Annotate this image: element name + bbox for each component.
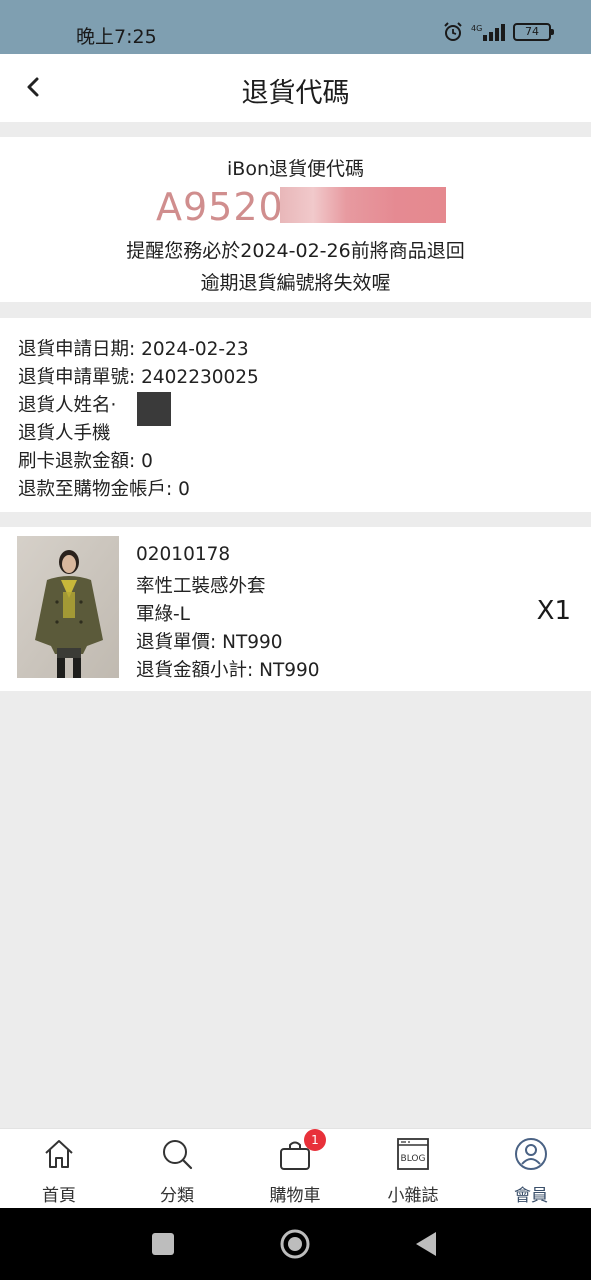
redacted-personal-info [137, 392, 171, 426]
tab-home[interactable]: 首頁 [0, 1129, 118, 1209]
status-bar: 晚上7:25 4G 74 [0, 0, 591, 54]
credit-refund-amount: 退款至購物金帳戶: 0 [18, 479, 190, 500]
tab-home-label: 首頁 [42, 1186, 76, 1206]
tab-cart[interactable]: 1 購物車 [236, 1129, 354, 1209]
returner-name: 退貨人姓名· [18, 395, 117, 416]
alarm-icon [444, 22, 462, 41]
product-name[interactable]: 率性工裝感外套 [136, 572, 266, 598]
status-time: 晚上7:25 [76, 26, 157, 48]
card-refund-amount: 刷卡退款金額: 0 [18, 451, 153, 472]
tab-member[interactable]: 會員 [472, 1129, 590, 1209]
product-unit-price: 退貨單價: NT990 [136, 632, 283, 653]
back-button-icon[interactable] [414, 1231, 438, 1257]
tab-blog[interactable]: BLOG 小雜誌 [354, 1129, 472, 1209]
tab-category[interactable]: 分類 [118, 1129, 236, 1209]
product-image[interactable] [17, 536, 119, 678]
app-header: 退貨代碼 [0, 54, 591, 122]
product-quantity: X1 [536, 596, 571, 626]
search-icon [163, 1140, 193, 1170]
product-sku: 02010178 [136, 544, 231, 565]
home-button-icon[interactable] [280, 1229, 310, 1259]
return-code-label: iBon退貨便代碼 [227, 158, 364, 180]
tab-category-label: 分類 [160, 1186, 194, 1206]
home-icon [45, 1140, 73, 1168]
product-variant: 軍綠-L [136, 604, 190, 625]
bottom-tab-bar: 首頁 分類 1 購物車 BLOG 小雜誌 會員 [0, 1128, 591, 1208]
tab-member-label: 會員 [514, 1186, 548, 1206]
status-icons: 4G 74 [443, 22, 554, 42]
redacted-code-mask [280, 187, 446, 223]
blog-icon-text: BLOG [401, 1154, 426, 1164]
cart-count-badge: 1 [304, 1129, 326, 1151]
product-subtotal: 退貨金額小計: NT990 [136, 660, 320, 681]
return-code-card: iBon退貨便代碼 A95205 提醒您務必於2024-02-26前將商品退回 … [0, 137, 591, 302]
tab-blog-label: 小雜誌 [387, 1186, 439, 1206]
signal-icon: 4G [471, 24, 505, 41]
return-date: 退貨申請日期: 2024-02-23 [18, 339, 249, 360]
return-info-card: 退貨申請日期: 2024-02-23 退貨申請單號: 2402230025 退貨… [0, 318, 591, 512]
expiry-warning: 逾期退貨編號將失效喔 [200, 272, 391, 294]
tab-cart-label: 購物車 [269, 1186, 321, 1206]
page-title: 退貨代碼 [241, 78, 350, 109]
return-deadline-reminder: 提醒您務必於2024-02-26前將商品退回 [126, 240, 465, 262]
svg-text:4G: 4G [471, 24, 482, 33]
return-order-number: 退貨申請單號: 2402230025 [18, 367, 259, 388]
user-icon [515, 1138, 547, 1170]
returner-phone: 退貨人手機 [18, 423, 111, 444]
blog-icon: BLOG [397, 1138, 429, 1170]
recent-apps-icon[interactable] [151, 1232, 175, 1256]
battery-icon: 74 [513, 23, 554, 41]
return-product-card: 02010178 率性工裝感外套 軍綠-L 退貨單價: NT990 退貨金額小計… [0, 527, 591, 691]
system-navigation-bar [0, 1208, 591, 1280]
